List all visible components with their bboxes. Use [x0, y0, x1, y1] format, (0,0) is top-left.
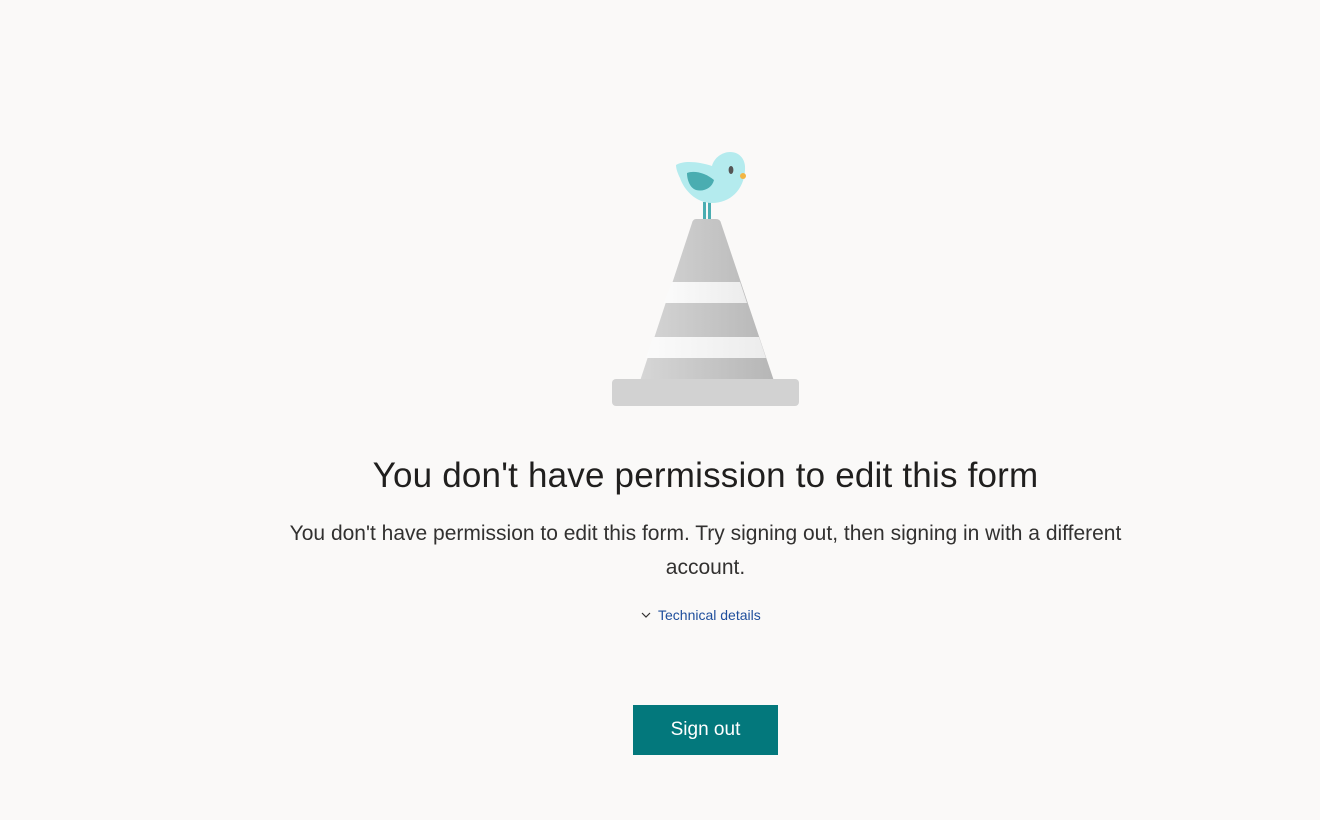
error-message: You don't have permission to edit this f…: [289, 522, 1122, 579]
bird-on-traffic-cone-illustration: [612, 152, 799, 406]
sign-out-button[interactable]: Sign out: [633, 705, 778, 755]
bird-icon: [676, 152, 746, 203]
error-page: You don't have permission to edit this f…: [0, 0, 1320, 820]
chevron-down-icon: [641, 612, 651, 618]
technical-details-toggle[interactable]: Technical details: [640, 604, 761, 626]
technical-details-label: Technical details: [658, 607, 761, 623]
page-title: You don't have permission to edit this f…: [372, 456, 1039, 495]
traffic-cone-icon: [612, 219, 799, 406]
